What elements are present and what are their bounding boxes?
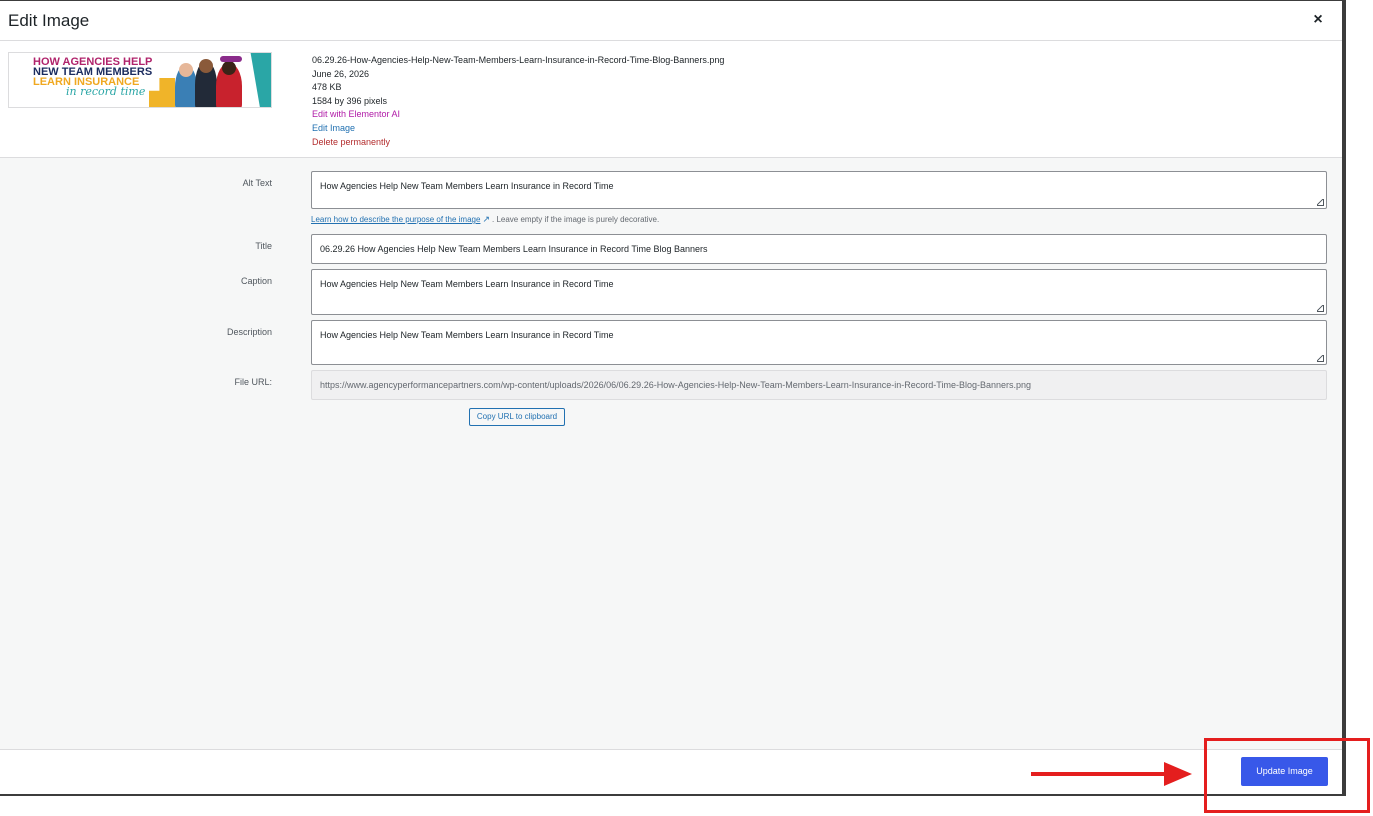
resize-grip-icon[interactable] [1317,355,1324,362]
annotation-arrow-shaft [1031,772,1171,776]
alt-text-value: How Agencies Help New Team Members Learn… [320,181,614,191]
thumbnail-text: HOW AGENCIES HELP NEW TEAM MEMBERS LEARN… [33,57,152,98]
description-value: How Agencies Help New Team Members Learn… [320,330,614,340]
modal-title: Edit Image [8,11,90,30]
alt-text-field[interactable]: How Agencies Help New Team Members Learn… [311,171,1327,209]
background-page-text [0,796,500,816]
image-thumbnail: HOW AGENCIES HELP NEW TEAM MEMBERS LEARN… [8,52,272,108]
external-link-icon: ↗ [482,214,490,224]
file-url-label: File URL: [234,377,272,387]
edit-image-modal: Edit Image × HOW AGENCIES HELP NEW TEAM … [0,0,1346,796]
alt-text-help-suffix: . Leave empty if the image is purely dec… [492,215,660,224]
caption-value: How Agencies Help New Team Members Learn… [320,279,614,289]
delete-permanently-link[interactable]: Delete permanently [312,136,724,150]
edit-image-link[interactable]: Edit Image [312,122,724,136]
upload-date: June 26, 2026 [312,68,370,79]
attachment-details: HOW AGENCIES HELP NEW TEAM MEMBERS LEARN… [0,41,1342,158]
file-url-value: https://www.agencyperformancepartners.co… [320,380,1031,390]
attachment-meta: 06.29.26-How-Agencies-Help-New-Team-Memb… [312,54,724,149]
alt-text-help: Learn how to describe the purpose of the… [311,214,659,225]
file-size: 478 KB [312,82,342,93]
background-page [1346,0,1373,816]
thumbnail-line-4: in record time [66,85,146,98]
copy-url-button[interactable]: Copy URL to clipboard [469,408,565,426]
close-icon[interactable]: × [1308,10,1328,30]
image-dimensions: 1584 by 396 pixels [312,95,388,106]
alt-text-label: Alt Text [242,178,272,188]
description-label: Description [226,327,272,337]
modal-header: Edit Image × [0,1,1342,41]
annotation-arrow-head [1164,762,1192,786]
annotation-highlight-box [1204,738,1370,813]
thumbnail-badge [220,56,242,62]
file-name: 06.29.26-How-Agencies-Help-New-Team-Memb… [312,55,725,65]
thumbnail-teal-shape [250,53,271,107]
thumbnail-gold-shape [149,78,175,107]
title-field[interactable]: 06.29.26 How Agencies Help New Team Memb… [311,234,1327,264]
resize-grip-icon[interactable] [1317,199,1324,206]
thumbnail-face-2 [199,59,213,73]
title-value: 06.29.26 How Agencies Help New Team Memb… [320,244,708,254]
thumbnail-face-1 [179,63,193,77]
describe-image-help-link[interactable]: Learn how to describe the purpose of the… [311,215,480,224]
title-label: Title [255,241,272,251]
file-url-field[interactable]: https://www.agencyperformancepartners.co… [311,370,1327,400]
edit-with-elementor-ai-link[interactable]: Edit with Elementor AI [312,108,724,122]
caption-field[interactable]: How Agencies Help New Team Members Learn… [311,269,1327,315]
description-field[interactable]: How Agencies Help New Team Members Learn… [311,320,1327,365]
caption-label: Caption [240,276,272,286]
resize-grip-icon[interactable] [1317,305,1324,312]
thumbnail-face-3 [222,61,236,75]
